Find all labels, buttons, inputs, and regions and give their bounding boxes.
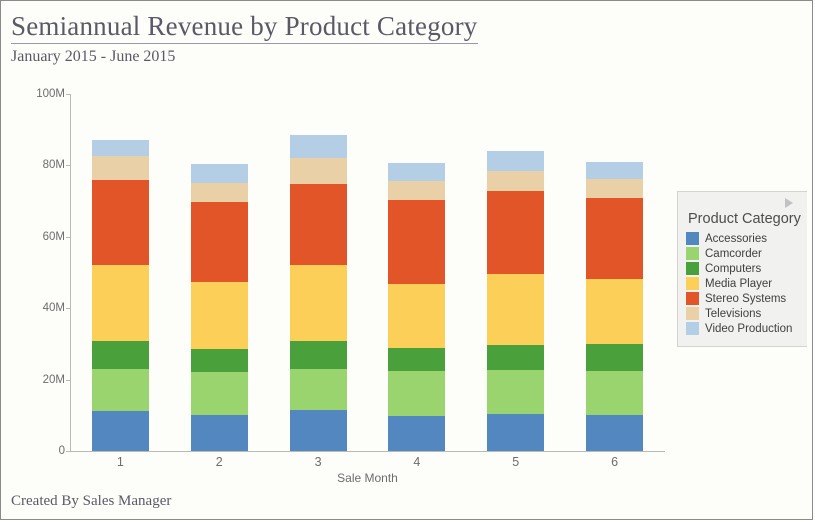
legend-swatch-icon	[686, 292, 699, 305]
legend-item[interactable]: Video Production	[686, 322, 799, 335]
legend-swatch-icon	[686, 232, 699, 245]
bar-stack[interactable]	[586, 94, 644, 451]
legend-item-label: Media Player	[705, 277, 773, 290]
bar-stack[interactable]	[388, 94, 446, 451]
bar-segment-accessories[interactable]	[190, 414, 248, 451]
legend-item-label: Computers	[705, 262, 762, 275]
bar-segment-computers[interactable]	[487, 344, 545, 370]
bar-segment-accessories[interactable]	[487, 413, 545, 451]
y-axis-tick-label: 60M	[42, 230, 65, 243]
legend-item[interactable]: Stereo Systems	[686, 292, 799, 305]
bar-segment-video-production[interactable]	[388, 162, 446, 182]
bar-segment-televisions[interactable]	[388, 181, 446, 201]
report-footer: Created By Sales Manager	[11, 493, 172, 509]
bar-segment-stereo-systems[interactable]	[190, 202, 248, 283]
legend-swatch-icon	[686, 262, 699, 275]
bar-segment-accessories[interactable]	[289, 409, 347, 451]
y-axis-tick-mark	[66, 94, 70, 95]
y-axis-title: Revenue	[0, 203, 1, 251]
bar-segment-computers[interactable]	[586, 343, 644, 372]
x-axis-tick-label: 4	[413, 455, 421, 469]
bar-segment-accessories[interactable]	[388, 416, 446, 451]
bar-segment-stereo-systems[interactable]	[388, 200, 446, 285]
bar-stack[interactable]	[91, 94, 149, 451]
x-axis-tick-label: 3	[314, 455, 322, 469]
legend-items: Accessories Camcorder Computers Media Playe…	[686, 232, 799, 335]
bar-segment-camcorder[interactable]	[388, 371, 446, 417]
legend-swatch-icon	[686, 307, 699, 320]
bar-segment-camcorder[interactable]	[91, 368, 149, 412]
bar-segment-camcorder[interactable]	[586, 371, 644, 415]
report-frame: Semiannual Revenue by Product Category J…	[0, 0, 813, 520]
x-axis-tick-label: 6	[611, 455, 619, 469]
bar-segment-computers[interactable]	[289, 341, 347, 369]
bar-segment-media-player[interactable]	[388, 284, 446, 349]
bar-segment-stereo-systems[interactable]	[289, 183, 347, 266]
legend-swatch-icon	[686, 277, 699, 290]
y-axis-tick-mark	[66, 379, 70, 381]
bar-segment-televisions[interactable]	[190, 183, 248, 203]
bar-segment-televisions[interactable]	[487, 170, 545, 191]
bar-segment-video-production[interactable]	[586, 161, 644, 179]
bar-segment-accessories[interactable]	[91, 411, 149, 451]
legend-item[interactable]: Computers	[686, 262, 799, 275]
bar-segment-stereo-systems[interactable]	[586, 197, 644, 279]
bar-segment-media-player[interactable]	[190, 282, 248, 350]
bar-segment-media-player[interactable]	[289, 265, 347, 342]
bar-segment-camcorder[interactable]	[190, 372, 248, 415]
y-axis-tick-label: 100M	[36, 88, 65, 100]
x-axis-line	[70, 451, 665, 452]
bar-stack[interactable]	[289, 94, 347, 451]
legend-swatch-icon	[686, 322, 699, 335]
bar-segment-computers[interactable]	[190, 349, 248, 373]
y-axis-tick-label: 40M	[42, 302, 65, 315]
y-axis-tick-mark	[66, 451, 70, 452]
legend-item-label: Camcorder	[705, 247, 762, 260]
triangle-right-icon[interactable]	[785, 198, 793, 208]
legend-panel[interactable]: Product Category Accessories Camcorder Com…	[677, 191, 807, 347]
x-axis-tick-label: 1	[116, 455, 124, 469]
y-axis-tick-mark	[66, 165, 70, 167]
y-axis-tick-label: 80M	[42, 159, 65, 172]
bar-segment-accessories[interactable]	[586, 414, 644, 451]
bar-segment-video-production[interactable]	[91, 140, 149, 157]
bar-segment-televisions[interactable]	[586, 178, 644, 198]
legend-item-label: Video Production	[705, 322, 793, 335]
legend-item[interactable]: Camcorder	[686, 247, 799, 260]
bar-segment-televisions[interactable]	[289, 157, 347, 184]
legend-item-label: Televisions	[705, 307, 762, 320]
plot-area	[71, 94, 664, 451]
x-axis-tick-label: 2	[215, 455, 223, 469]
page-title: Semiannual Revenue by Product Category	[11, 11, 478, 44]
y-axis-tick-label: 0	[58, 445, 65, 457]
bar-segment-video-production[interactable]	[289, 135, 347, 158]
legend-item[interactable]: Televisions	[686, 307, 799, 320]
legend-title: Product Category	[688, 211, 801, 227]
y-axis-tick-mark	[66, 236, 70, 238]
legend-item-label: Accessories	[705, 232, 767, 245]
x-axis-title: Sale Month	[337, 471, 398, 485]
bar-stack[interactable]	[487, 94, 545, 451]
bar-segment-video-production[interactable]	[190, 164, 248, 184]
legend-item[interactable]: Media Player	[686, 277, 799, 290]
x-axis-tick-label: 5	[512, 455, 520, 469]
bar-segment-stereo-systems[interactable]	[487, 190, 545, 274]
bar-segment-media-player[interactable]	[487, 273, 545, 345]
y-axis-ticks: 0 20M 40M 60M 80M 100M	[1, 1, 65, 519]
legend-item[interactable]: Accessories	[686, 232, 799, 245]
bar-segment-computers[interactable]	[91, 341, 149, 369]
legend-swatch-icon	[686, 247, 699, 260]
bar-segment-camcorder[interactable]	[289, 368, 347, 410]
bar-segment-video-production[interactable]	[487, 150, 545, 171]
bar-segment-computers[interactable]	[388, 348, 446, 372]
y-axis-tick-mark	[66, 308, 70, 310]
y-axis-tick-label: 20M	[42, 373, 65, 386]
legend-item-label: Stereo Systems	[705, 292, 787, 305]
bar-segment-media-player[interactable]	[586, 278, 644, 344]
bar-segment-stereo-systems[interactable]	[91, 180, 149, 266]
bar-stack[interactable]	[190, 94, 248, 451]
bar-segment-media-player[interactable]	[91, 265, 149, 342]
bar-segment-televisions[interactable]	[91, 156, 149, 181]
bar-segment-camcorder[interactable]	[487, 369, 545, 414]
